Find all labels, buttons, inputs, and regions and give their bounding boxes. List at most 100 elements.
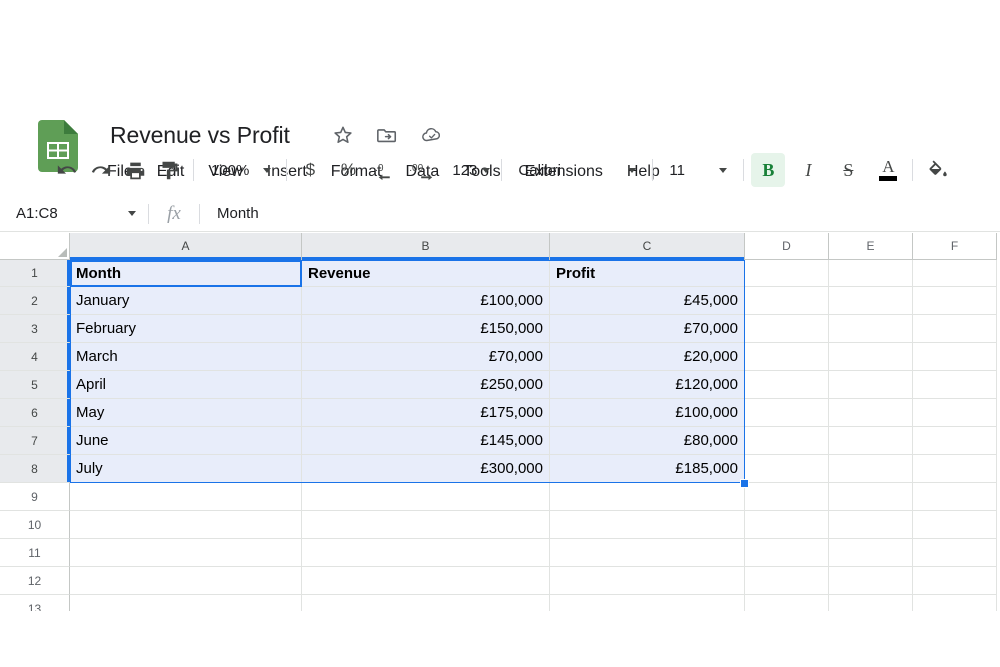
cell-E7[interactable] — [829, 427, 913, 455]
increase-decimal-icon[interactable]: .00 — [404, 153, 442, 187]
column-header-a[interactable]: A — [70, 233, 302, 260]
column-header-c[interactable]: C — [550, 233, 745, 260]
cell-F4[interactable] — [913, 343, 997, 371]
cell-A5[interactable]: April — [70, 371, 302, 399]
zoom-selector[interactable]: 100% — [201, 155, 279, 185]
cell-A11[interactable] — [70, 539, 302, 567]
cell-B1[interactable]: Revenue — [302, 260, 550, 287]
cell-B8[interactable]: £300,000 — [302, 455, 550, 483]
cell-A6[interactable]: May — [70, 399, 302, 427]
cell-A8[interactable]: July — [70, 455, 302, 483]
italic-button[interactable]: I — [791, 153, 825, 187]
cell-C4[interactable]: £20,000 — [550, 343, 745, 371]
cell-D10[interactable] — [745, 511, 829, 539]
row-header-7[interactable]: 7 — [0, 427, 70, 455]
font-family-selector[interactable]: Calibri — [509, 155, 645, 185]
cell-B2[interactable]: £100,000 — [302, 287, 550, 315]
cell-F10[interactable] — [913, 511, 997, 539]
cell-B9[interactable] — [302, 483, 550, 511]
cell-E9[interactable] — [829, 483, 913, 511]
name-box[interactable]: A1:C8 — [0, 196, 148, 232]
cell-E12[interactable] — [829, 567, 913, 595]
undo-icon[interactable] — [50, 153, 84, 187]
cell-F12[interactable] — [913, 567, 997, 595]
row-header-8[interactable]: 8 — [0, 455, 70, 483]
cell-D1[interactable] — [745, 260, 829, 287]
cell-C13[interactable] — [550, 595, 745, 611]
cell-B11[interactable] — [302, 539, 550, 567]
print-icon[interactable] — [118, 153, 152, 187]
cell-E2[interactable] — [829, 287, 913, 315]
cell-F6[interactable] — [913, 399, 997, 427]
cell-C11[interactable] — [550, 539, 745, 567]
font-size-selector[interactable]: 11 — [660, 155, 736, 185]
row-header-10[interactable]: 10 — [0, 511, 70, 539]
cell-D7[interactable] — [745, 427, 829, 455]
column-header-b[interactable]: B — [302, 233, 550, 260]
fill-color-icon[interactable] — [920, 153, 954, 187]
cell-B13[interactable] — [302, 595, 550, 611]
cell-A13[interactable] — [70, 595, 302, 611]
cell-D9[interactable] — [745, 483, 829, 511]
cell-C1[interactable]: Profit — [550, 260, 745, 287]
cell-F1[interactable] — [913, 260, 997, 287]
currency-format-button[interactable]: $ — [294, 153, 326, 187]
cell-F3[interactable] — [913, 315, 997, 343]
redo-icon[interactable] — [84, 153, 118, 187]
cell-E6[interactable] — [829, 399, 913, 427]
column-header-f[interactable]: F — [913, 233, 997, 260]
cell-E8[interactable] — [829, 455, 913, 483]
cell-F8[interactable] — [913, 455, 997, 483]
percent-format-button[interactable]: % — [332, 153, 364, 187]
cell-A1[interactable]: Month — [70, 260, 302, 287]
cell-F7[interactable] — [913, 427, 997, 455]
column-header-e[interactable]: E — [829, 233, 913, 260]
cell-E1[interactable] — [829, 260, 913, 287]
cell-D3[interactable] — [745, 315, 829, 343]
number-format-selector[interactable]: 123 — [442, 155, 494, 185]
cell-B10[interactable] — [302, 511, 550, 539]
cell-D6[interactable] — [745, 399, 829, 427]
cell-C3[interactable]: £70,000 — [550, 315, 745, 343]
cell-C6[interactable]: £100,000 — [550, 399, 745, 427]
row-header-6[interactable]: 6 — [0, 399, 70, 427]
row-header-9[interactable]: 9 — [0, 483, 70, 511]
cell-B5[interactable]: £250,000 — [302, 371, 550, 399]
cell-D12[interactable] — [745, 567, 829, 595]
document-title[interactable]: Revenue vs Profit — [110, 122, 290, 149]
move-to-folder-icon[interactable] — [376, 124, 398, 146]
cell-D5[interactable] — [745, 371, 829, 399]
cell-C12[interactable] — [550, 567, 745, 595]
cell-D11[interactable] — [745, 539, 829, 567]
cell-B3[interactable]: £150,000 — [302, 315, 550, 343]
cell-A4[interactable]: March — [70, 343, 302, 371]
cell-B4[interactable]: £70,000 — [302, 343, 550, 371]
cell-C8[interactable]: £185,000 — [550, 455, 745, 483]
formula-input[interactable]: Month — [200, 196, 1000, 232]
cell-B6[interactable]: £175,000 — [302, 399, 550, 427]
cell-F5[interactable] — [913, 371, 997, 399]
cell-D13[interactable] — [745, 595, 829, 611]
decrease-decimal-icon[interactable]: .0 — [370, 153, 404, 187]
cell-D8[interactable] — [745, 455, 829, 483]
row-header-2[interactable]: 2 — [0, 287, 70, 315]
paint-format-icon[interactable] — [152, 153, 186, 187]
column-header-d[interactable]: D — [745, 233, 829, 260]
cell-C10[interactable] — [550, 511, 745, 539]
cell-C2[interactable]: £45,000 — [550, 287, 745, 315]
cell-A9[interactable] — [70, 483, 302, 511]
cell-B12[interactable] — [302, 567, 550, 595]
text-color-button[interactable]: A — [871, 153, 905, 187]
row-header-13[interactable]: 13 — [0, 595, 70, 611]
cell-A7[interactable]: June — [70, 427, 302, 455]
bold-button[interactable]: B — [751, 153, 786, 187]
cell-A2[interactable]: January — [70, 287, 302, 315]
row-header-3[interactable]: 3 — [0, 315, 70, 343]
cell-E10[interactable] — [829, 511, 913, 539]
cell-E11[interactable] — [829, 539, 913, 567]
cell-F13[interactable] — [913, 595, 997, 611]
fill-handle[interactable] — [740, 479, 749, 488]
cell-A12[interactable] — [70, 567, 302, 595]
cell-D2[interactable] — [745, 287, 829, 315]
cell-C5[interactable]: £120,000 — [550, 371, 745, 399]
